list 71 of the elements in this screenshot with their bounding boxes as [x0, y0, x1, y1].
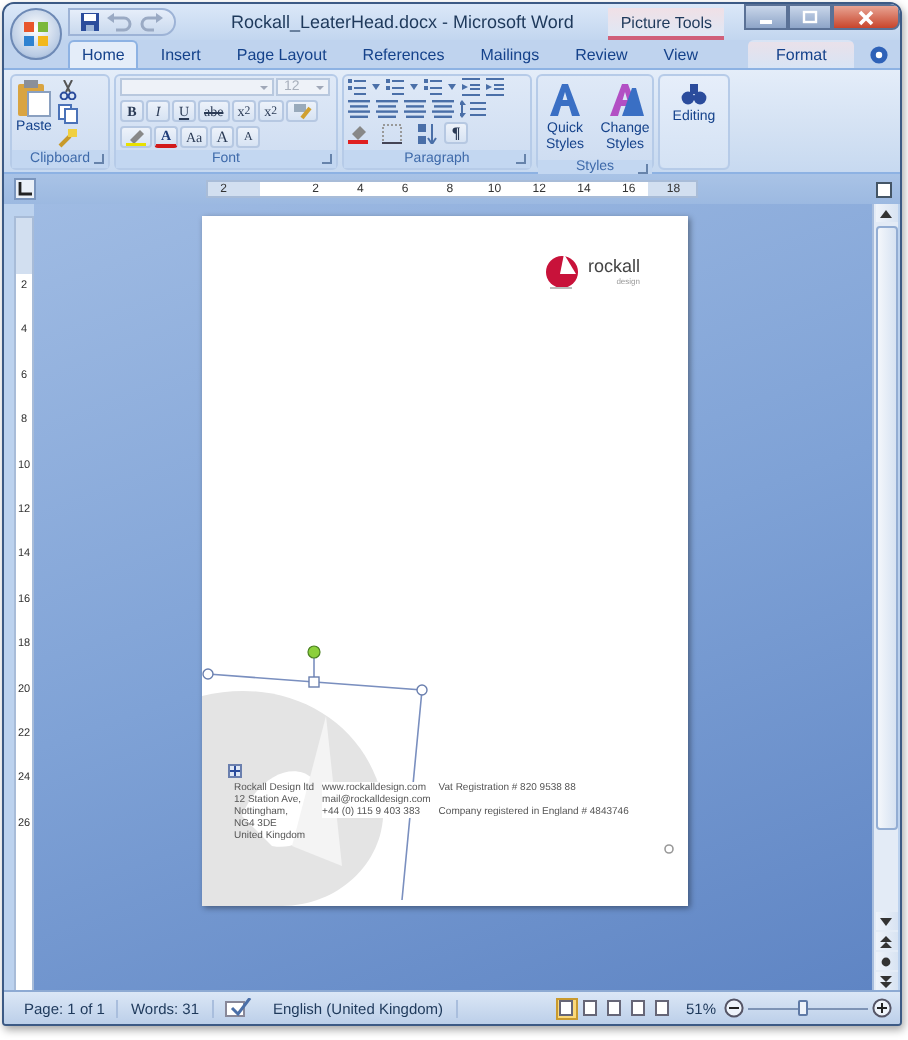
view-button[interactable]: [627, 997, 650, 1019]
help-icon[interactable]: [870, 46, 888, 64]
view-button[interactable]: [603, 997, 626, 1019]
close-button[interactable]: [832, 4, 900, 30]
sailboat-logo-icon: [543, 250, 584, 294]
list-icon[interactable]: [424, 78, 456, 96]
cut-icon[interactable]: [58, 80, 78, 100]
dot-icon: [880, 955, 892, 967]
maximize-icon: [802, 10, 818, 24]
dialog-launcher-icon[interactable]: [322, 154, 332, 164]
scroll-down-button[interactable]: [875, 912, 897, 930]
list-icon[interactable]: [348, 78, 380, 96]
view-button[interactable]: [579, 997, 602, 1019]
window-title: Rockall_LeaterHead.docx - Microsoft Word: [228, 12, 576, 32]
zoom-out-icon[interactable]: [724, 998, 744, 1018]
scroll-up-button[interactable]: [875, 204, 897, 222]
contextual-tab-title: Picture Tools: [608, 8, 724, 40]
binoculars-icon: [680, 82, 708, 106]
save-icon[interactable]: [80, 12, 100, 32]
next-page-button[interactable]: [875, 972, 897, 990]
end-mark-icon: [664, 844, 674, 854]
double-up-arrow-icon: [880, 935, 892, 947]
align-icon[interactable]: [348, 100, 370, 118]
clipboard-icon: [16, 78, 52, 118]
close-icon: [858, 9, 874, 25]
font-name-field[interactable]: [120, 78, 274, 96]
ribbon-tab[interactable]: Format: [748, 40, 855, 68]
indent-icon[interactable]: [486, 78, 504, 96]
logo-name: rockall: [587, 258, 640, 276]
ribbon-tab[interactable]: Page Layout: [222, 40, 341, 68]
clear-formatting-button[interactable]: [285, 100, 318, 122]
ruler-icon: [876, 181, 892, 197]
indent-icon[interactable]: [462, 78, 480, 96]
line-spacing-icon[interactable]: [460, 100, 488, 118]
list-icon[interactable]: [386, 78, 418, 96]
align-icon[interactable]: [376, 100, 398, 118]
ribbon-tab[interactable]: Review: [561, 40, 642, 68]
ribbon-tab[interactable]: Mailings: [466, 40, 554, 68]
ribbon-tab[interactable]: Home: [68, 40, 139, 68]
letter-a-icon: [607, 82, 643, 118]
scrollbar-thumb[interactable]: [875, 226, 897, 830]
down-arrow-icon: [880, 917, 892, 925]
copy-icon[interactable]: [58, 104, 78, 124]
minimize-button[interactable]: [744, 4, 788, 30]
view-button[interactable]: [555, 997, 578, 1019]
squares-logo-icon: [22, 20, 50, 48]
browse-object-button[interactable]: [875, 952, 897, 970]
up-arrow-icon: [880, 209, 892, 217]
ribbon-tab[interactable]: Insert: [146, 40, 215, 68]
align-icon[interactable]: [432, 100, 454, 118]
tab-selector-button[interactable]: [14, 178, 36, 200]
office-button[interactable]: [10, 8, 62, 60]
sort-icon[interactable]: [416, 123, 438, 143]
view-ruler-button[interactable]: [874, 179, 894, 199]
dialog-launcher-icon[interactable]: [94, 154, 104, 164]
anchor-icon: [228, 764, 242, 778]
previous-page-button[interactable]: [875, 932, 897, 950]
ribbon-tab[interactable]: View: [649, 40, 712, 68]
zoom-slider-thumb[interactable]: [798, 999, 808, 1015]
highlight-button[interactable]: [120, 126, 152, 148]
ribbon-tab[interactable]: References: [348, 40, 459, 68]
tab-stop-icon: [18, 182, 32, 196]
dialog-launcher-icon[interactable]: [516, 154, 526, 164]
zoom-in-icon[interactable]: [872, 998, 892, 1018]
align-icon[interactable]: [404, 100, 426, 118]
show-marks-button[interactable]: ¶: [444, 122, 468, 144]
font-size-button[interactable]: A: [210, 126, 235, 148]
double-down-arrow-icon: [880, 975, 892, 987]
view-button[interactable]: [651, 997, 674, 1019]
maximize-button[interactable]: [788, 4, 832, 30]
letter-a-icon: [547, 82, 583, 118]
